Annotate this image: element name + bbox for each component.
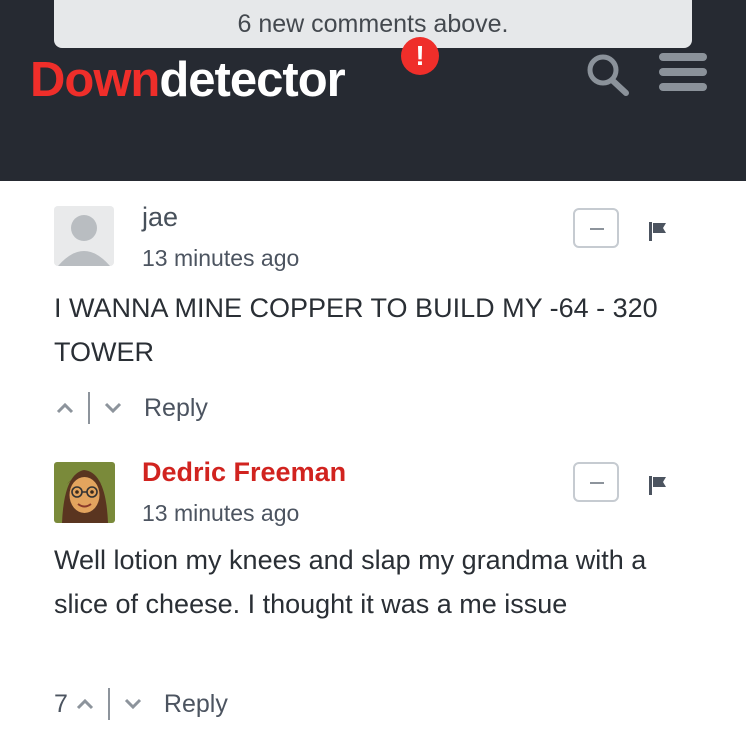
vote-divider <box>88 392 90 424</box>
reply-button[interactable]: Reply <box>144 394 208 423</box>
comment-timestamp[interactable]: 13 minutes ago <box>142 245 299 272</box>
downdetector-logo[interactable]: Downdetector <box>30 52 346 108</box>
logo-alert-badge: ! <box>401 37 439 75</box>
comment: jae 13 minutes ago I WANNA MINE COPPER T… <box>0 181 746 438</box>
comment-text: I WANNA MINE COPPER TO BUILD MY -64 - 32… <box>54 293 658 367</box>
menu-icon[interactable] <box>657 52 709 92</box>
vote-divider <box>107 688 110 720</box>
comment-text: Well lotion my knees and slap my grandma… <box>54 545 647 619</box>
comment-timestamp[interactable]: 13 minutes ago <box>142 500 299 527</box>
comment-author[interactable]: Dedric Freeman <box>142 457 346 488</box>
search-icon[interactable] <box>582 52 632 96</box>
downvote-icon[interactable] <box>102 397 124 419</box>
user-avatar[interactable] <box>54 462 115 523</box>
flag-icon[interactable] <box>648 475 668 495</box>
comment: Dedric Freeman 13 minutes ago Well lotio… <box>0 438 746 744</box>
comment-actions: Reply <box>54 388 208 428</box>
upvote-icon[interactable] <box>54 397 76 419</box>
upvote-icon[interactable] <box>74 693 96 715</box>
user-avatar[interactable] <box>54 206 114 266</box>
generic-user-icon <box>54 206 114 266</box>
site-header: 6 new comments above. Downdetector ! <box>0 0 746 181</box>
downvote-icon[interactable] <box>122 693 144 715</box>
logo-text-detector: detector <box>159 53 345 107</box>
logo-text-down: Down <box>30 53 160 107</box>
flag-icon[interactable] <box>648 221 668 241</box>
cartoon-avatar-icon <box>54 462 115 523</box>
collapse-button[interactable] <box>573 208 619 248</box>
reply-button[interactable]: Reply <box>164 690 228 719</box>
vote-count: 7 <box>54 689 68 718</box>
new-comments-notice[interactable]: 6 new comments above. <box>54 0 692 48</box>
comment-author[interactable]: jae <box>142 202 178 233</box>
collapse-button[interactable] <box>573 462 619 502</box>
comment-actions: 7 Reply <box>54 684 228 724</box>
